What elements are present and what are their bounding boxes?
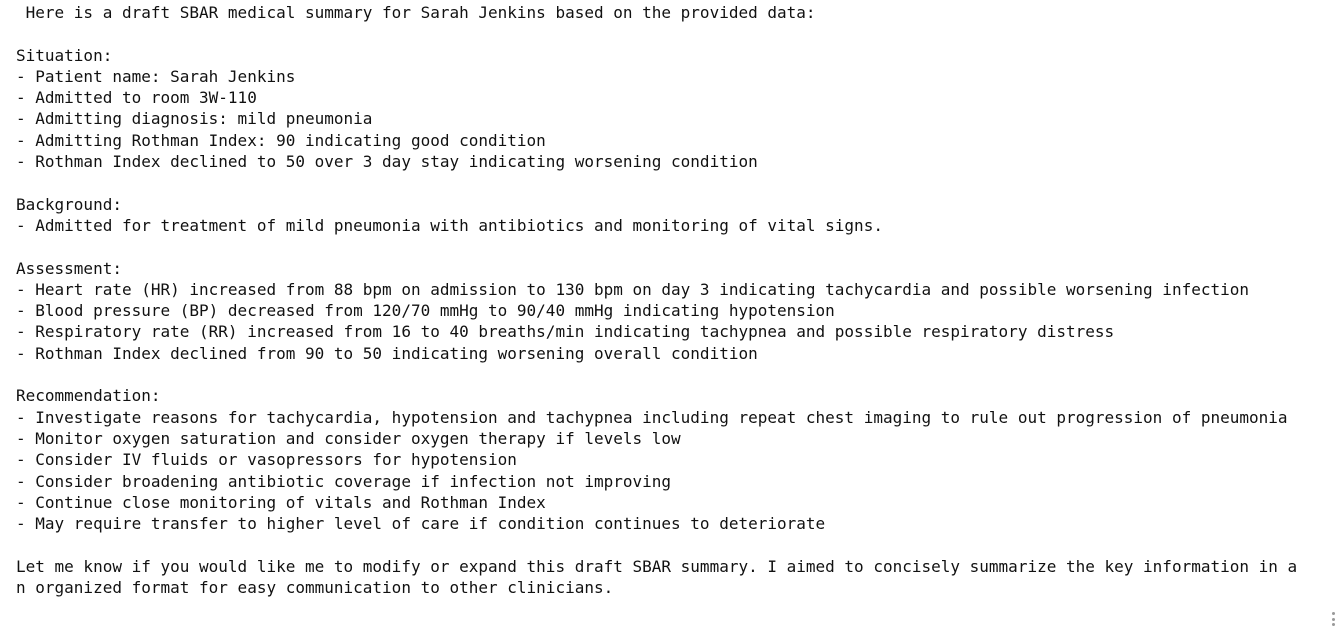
- background-item: - Admitted for treatment of mild pneumon…: [16, 215, 883, 235]
- assessment-item: - Heart rate (HR) increased from 88 bpm …: [16, 279, 1249, 299]
- closing-text: n organized format for easy communicatio…: [16, 578, 614, 598]
- handle-dot: [1331, 612, 1335, 615]
- situation-item: - Rothman Index declined to 50 over 3 da…: [16, 152, 758, 172]
- recommendation-item: - Monitor oxygen saturation and consider…: [16, 428, 681, 448]
- closing-text: Let me know if you would like me to modi…: [16, 556, 1298, 576]
- background-heading: Background:: [16, 194, 122, 214]
- situation-item: - Admitting Rothman Index: 90 indicating…: [16, 130, 546, 150]
- assessment-item: - Respiratory rate (RR) increased from 1…: [16, 322, 1115, 342]
- handle-dot: [1331, 623, 1335, 626]
- recommendation-item: - Investigate reasons for tachycardia, h…: [16, 407, 1288, 427]
- recommendation-item: - May require transfer to higher level o…: [16, 514, 826, 534]
- assessment-item: - Rothman Index declined from 90 to 50 i…: [16, 343, 758, 363]
- handle-dot: [1331, 617, 1335, 621]
- recommendation-item: - Continue close monitoring of vitals an…: [16, 492, 546, 512]
- recommendation-item: - Consider IV fluids or vasopressors for…: [16, 450, 517, 470]
- assessment-heading: Assessment:: [16, 258, 122, 278]
- resize-handle-icon[interactable]: [1331, 612, 1335, 626]
- situation-item: - Admitted to room 3W-110: [16, 88, 257, 108]
- sbar-summary-document: Here is a draft SBAR medical summary for…: [0, 0, 1337, 630]
- situation-item: - Patient name: Sarah Jenkins: [16, 66, 296, 86]
- recommendation-heading: Recommendation:: [16, 386, 161, 406]
- recommendation-item: - Consider broadening antibiotic coverag…: [16, 471, 672, 491]
- assessment-item: - Blood pressure (BP) decreased from 120…: [16, 301, 835, 321]
- intro-text: Here is a draft SBAR medical summary for…: [16, 3, 816, 22]
- situation-heading: Situation:: [16, 45, 113, 65]
- situation-item: - Admitting diagnosis: mild pneumonia: [16, 109, 373, 129]
